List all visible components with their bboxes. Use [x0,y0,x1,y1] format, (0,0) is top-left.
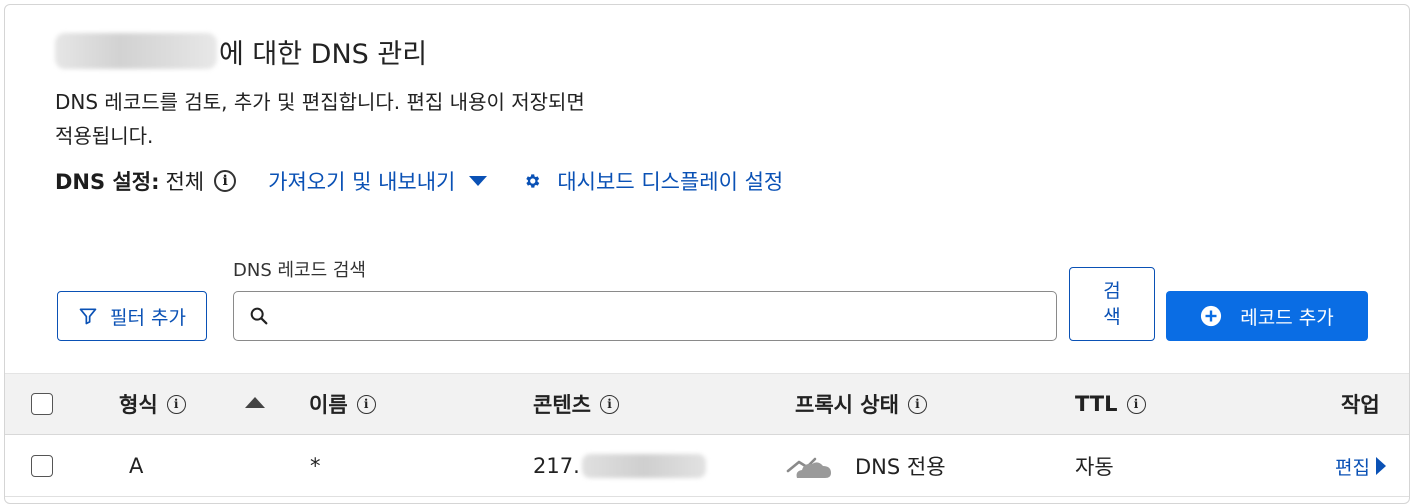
dns-management-card: 에 대한 DNS 관리 DNS 레코드를 검토, 추가 및 편집합니다. 편집 … [4,4,1410,504]
caret-down-icon [469,176,488,186]
redacted-ip [581,454,706,478]
column-proxy-status[interactable]: 프록시 상태 i [795,374,927,434]
column-actions: 작업 [1341,374,1380,434]
page-title: 에 대한 DNS 관리 [55,29,427,73]
edit-record-link[interactable]: 편집 [1335,453,1386,480]
info-icon[interactable]: i [166,394,186,414]
cloud-icon [786,457,831,478]
dashboard-display-label: 대시보드 디스플레이 설정 [557,170,784,194]
dns-settings-value: 전체 [165,170,205,194]
gear-icon [526,174,540,188]
dns-settings-label: DNS 설정: [55,170,160,194]
plus-circle-icon [1201,305,1222,327]
sort-up-icon[interactable] [245,397,265,408]
dashboard-display-settings-link[interactable]: 대시보드 디스플레이 설정 [523,166,783,196]
edit-record-label: 편집 [1335,456,1370,479]
column-ttl-label: TTL [1075,392,1118,416]
page-title-text: 에 대한 DNS 관리 [219,38,428,70]
add-filter-button[interactable]: 필터 추가 [57,291,207,341]
column-name[interactable]: 이름 i [309,374,376,434]
info-icon[interactable]: i [599,394,619,414]
redacted-domain [55,33,217,69]
info-icon[interactable]: i [356,394,376,414]
info-icon[interactable]: i [907,394,927,414]
record-proxy-status: DNS 전용 [855,455,946,479]
table-row: A * 217. DNS 전용 자동 편집 [5,435,1409,497]
search-input[interactable] [278,295,1056,337]
info-icon[interactable]: i [1126,394,1146,414]
column-content[interactable]: 콘텐츠 i [533,374,619,434]
record-action-cell: 편집 [1335,435,1386,497]
record-content: 217. [533,454,580,478]
page-description: DNS 레코드를 검토, 추가 및 편집합니다. 편집 내용이 저장되면 적용됩… [55,90,585,148]
record-ttl: 자동 [1075,455,1114,479]
column-proxy-status-label: 프록시 상태 [795,393,899,417]
column-actions-label: 작업 [1341,393,1380,417]
record-content-cell: 217. [533,435,706,497]
column-type-label: 형식 [119,393,158,417]
add-record-label: 레코드 추가 [1240,306,1334,329]
add-filter-label: 필터 추가 [110,306,186,329]
search-field[interactable] [233,291,1057,341]
record-type: A [129,454,144,478]
import-export-link[interactable]: 가져오기 및 내보내기 [268,166,488,196]
select-all-checkbox[interactable] [31,393,53,415]
info-icon[interactable]: i [214,170,237,192]
search-label: DNS 레코드 검색 [233,260,366,281]
dns-settings-row: DNS 설정: 전체 i 가져오기 및 내보내기 대시보드 디스플레이 설정 [55,161,783,201]
add-record-button[interactable]: 레코드 추가 [1166,291,1368,341]
filter-icon [79,308,97,325]
row-checkbox[interactable] [31,455,53,477]
caret-right-icon [1375,457,1386,475]
search-icon [250,307,268,325]
record-name: * [310,454,321,478]
table-header: 형식 i 이름 i 콘텐츠 i 프록시 상태 i TTL i 작업 [5,373,1409,435]
column-ttl[interactable]: TTL i [1075,374,1146,434]
record-proxy-status-cell: DNS 전용 [785,435,946,497]
import-export-label: 가져오기 및 내보내기 [268,170,456,194]
column-type[interactable]: 형식 i [119,374,186,434]
column-content-label: 콘텐츠 [533,393,591,417]
column-name-label: 이름 [309,393,348,417]
search-button[interactable]: 검색 [1069,267,1155,341]
